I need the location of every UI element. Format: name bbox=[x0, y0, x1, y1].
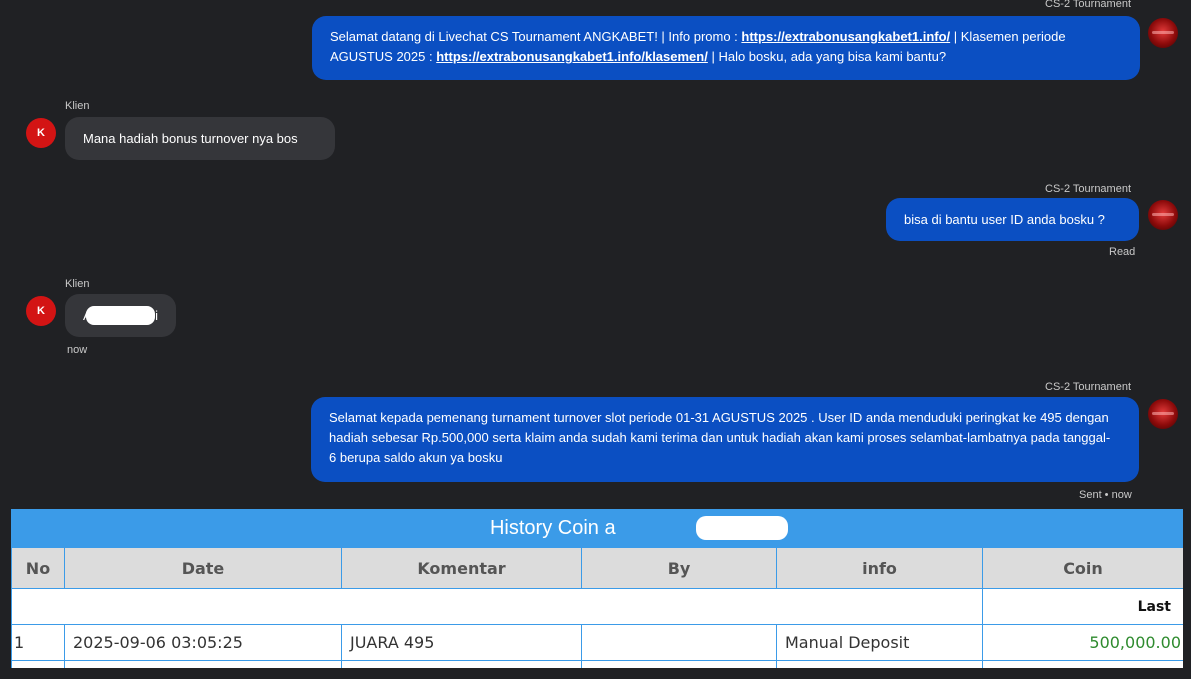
history-title: History Coin ai bbox=[11, 509, 1183, 547]
sent-status: Sent • now bbox=[1079, 489, 1132, 501]
sender-name: CS-2 Tournament bbox=[1045, 381, 1132, 393]
cell-by bbox=[581, 624, 777, 661]
timestamp: now bbox=[67, 344, 88, 356]
message-text: | Halo bosku, ada yang bisa kami bantu? bbox=[707, 49, 947, 64]
message-bubble-outgoing: bisa di bantu user ID anda bosku ? bbox=[886, 198, 1139, 241]
message-bubble-incoming: Mana hadiah bonus turnover nya bos bbox=[65, 117, 335, 160]
table-row bbox=[11, 660, 1183, 668]
klasemen-link[interactable]: https://extrabonusangkabet1.info/klaseme… bbox=[436, 49, 708, 64]
table-row-summary: Last bbox=[11, 588, 1183, 625]
cell-date: 2025-09-06 03:05:25 bbox=[64, 624, 342, 661]
cell-komentar: JUARA 495 bbox=[341, 624, 582, 661]
column-header-by[interactable]: By bbox=[581, 547, 777, 589]
cell-empty bbox=[11, 660, 65, 668]
cell-empty bbox=[341, 660, 582, 668]
column-header-komentar[interactable]: Komentar bbox=[341, 547, 582, 589]
message-text: Selamat kepada pemenang turnament turnov… bbox=[329, 410, 1111, 465]
sender-name: Klien bbox=[65, 100, 90, 112]
agent-avatar bbox=[1148, 18, 1178, 48]
promo-link[interactable]: https://extrabonusangkabet1.info/ bbox=[741, 29, 950, 44]
client-avatar: K bbox=[26, 296, 56, 326]
message-bubble-outgoing: Selamat kepada pemenang turnament turnov… bbox=[311, 397, 1139, 482]
agent-avatar bbox=[1148, 399, 1178, 429]
sender-name: CS-2 Tournament bbox=[1045, 183, 1132, 195]
column-header-no[interactable]: No bbox=[11, 547, 65, 589]
cell-empty bbox=[64, 660, 342, 668]
cell-no: 1 bbox=[11, 624, 65, 661]
redaction-mark bbox=[696, 516, 788, 540]
bottom-border bbox=[0, 668, 1191, 679]
history-title-start: History Coin a bbox=[489, 517, 616, 539]
message-text: Mana hadiah bonus turnover nya bos bbox=[83, 131, 298, 146]
message-text: bisa di bantu user ID anda bosku ? bbox=[904, 212, 1105, 227]
agent-avatar bbox=[1148, 200, 1178, 230]
message-bubble-outgoing: Selamat datang di Livechat CS Tournament… bbox=[312, 16, 1140, 80]
sender-name: CS-2 Tournament bbox=[1045, 0, 1132, 9]
column-header-coin[interactable]: Coin bbox=[982, 547, 1183, 589]
cell-empty bbox=[982, 660, 1183, 668]
history-coin-panel: History Coin ai No Date Komentar By info… bbox=[11, 509, 1183, 668]
cell-empty bbox=[581, 660, 777, 668]
last-label: Last bbox=[982, 588, 1183, 625]
sender-name: Klien bbox=[65, 278, 90, 290]
cell-info: Manual Deposit bbox=[776, 624, 983, 661]
summary-spacer bbox=[11, 588, 983, 625]
client-avatar: K bbox=[26, 118, 56, 148]
redaction-mark bbox=[86, 306, 155, 325]
table-row: 1 2025-09-06 03:05:25 JUARA 495 Manual D… bbox=[11, 624, 1183, 661]
chat-panel: CS-2 Tournament Selamat datang di Livech… bbox=[0, 0, 1191, 506]
table-header-row: No Date Komentar By info Coin bbox=[11, 547, 1183, 589]
cell-coin: 500,000.00 bbox=[982, 624, 1183, 661]
message-text: Selamat datang di Livechat CS Tournament… bbox=[330, 29, 742, 44]
cell-empty bbox=[776, 660, 983, 668]
column-header-info[interactable]: info bbox=[776, 547, 983, 589]
column-header-date[interactable]: Date bbox=[64, 547, 342, 589]
read-status: Read bbox=[1109, 246, 1136, 258]
history-table: No Date Komentar By info Coin Last 1 202… bbox=[11, 547, 1183, 668]
message-text-end: i bbox=[155, 308, 158, 323]
